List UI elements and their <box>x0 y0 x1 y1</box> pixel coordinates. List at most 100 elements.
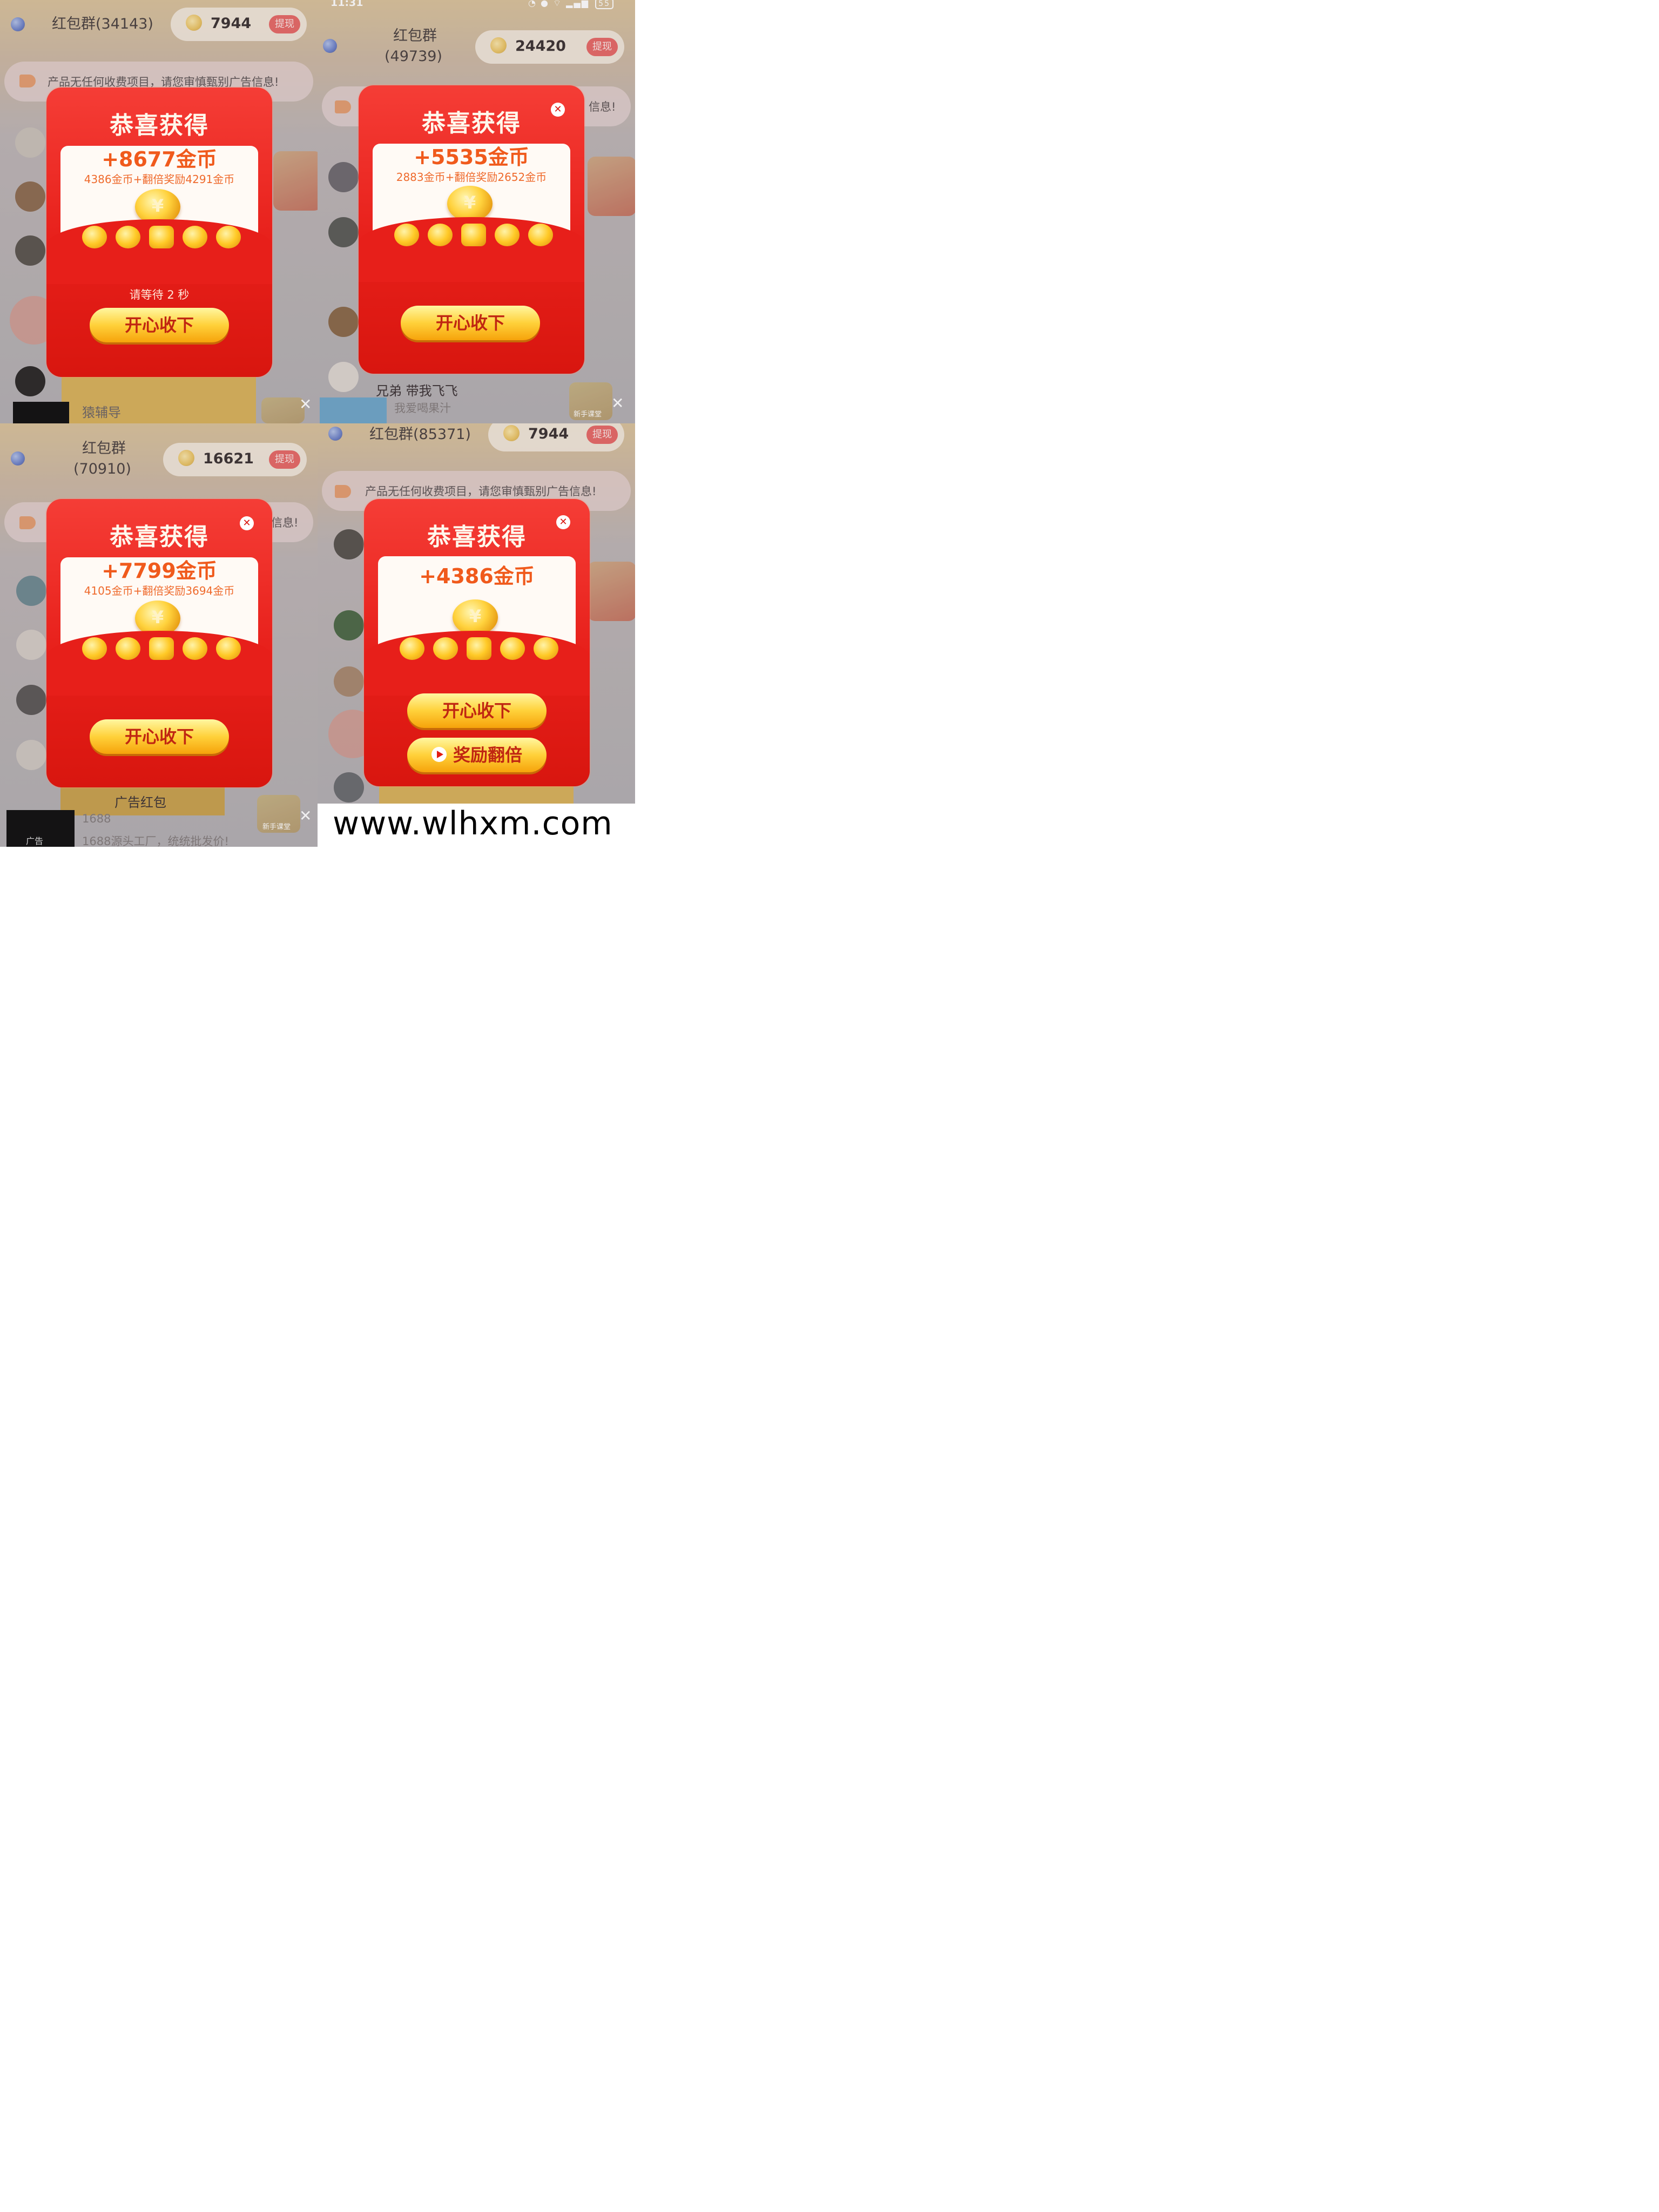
red-envelope-popup: ✕ 恭喜获得 +4386金币 ¥ 开心收下 奖励翻倍 <box>364 499 590 786</box>
reward-detail: 4386金币+翻倍奖励4291金币 <box>84 173 235 186</box>
watermark-text: www.wlhxm.com <box>333 805 613 842</box>
avatar[interactable] <box>328 217 359 247</box>
avatar[interactable] <box>16 685 46 715</box>
ad-close-icon[interactable]: ✕ <box>611 394 624 412</box>
avatar[interactable] <box>15 127 45 158</box>
status-icons: ◔ ● ⌔ ▂▄▆ 55 <box>528 0 613 9</box>
coin-icon <box>433 637 458 660</box>
popup-title: 恭喜获得 <box>110 112 209 139</box>
group-title-line2: (70910) <box>73 461 131 477</box>
coin-row <box>364 637 590 663</box>
coin-balance-pill: 7944 提现 <box>171 8 307 41</box>
gold-coin-icon: ¥ <box>447 186 493 221</box>
ad-close-icon[interactable]: ✕ <box>299 807 312 825</box>
gift-box-icon[interactable] <box>588 562 635 621</box>
avatar[interactable] <box>334 772 364 802</box>
reward-detail: 4105金币+翻倍奖励3694金币 <box>84 584 235 597</box>
wait-countdown: 请等待 2 秒 <box>129 288 190 301</box>
ad-thumbnail[interactable] <box>13 402 69 423</box>
avatar[interactable] <box>16 630 46 660</box>
claim-button[interactable]: 开心收下 <box>90 308 229 342</box>
coin-row <box>359 224 584 249</box>
ad-label: 广告 <box>26 836 44 846</box>
chat-name: 兄弟 带我飞飞 <box>376 383 458 399</box>
group-avatar-icon <box>11 17 25 31</box>
chat-message: 1688源头工厂，统统批发价! <box>82 835 229 847</box>
megaphone-icon <box>19 516 36 529</box>
group-avatar-icon <box>328 427 342 441</box>
coin-icon <box>216 226 241 248</box>
claim-button[interactable]: 开心收下 <box>90 719 229 754</box>
battery-icon: 55 <box>595 0 613 9</box>
chat-name: 猿辅导 <box>82 405 121 420</box>
coin-icon <box>503 425 520 441</box>
claim-button[interactable]: 开心收下 <box>401 306 540 340</box>
coin-icon <box>183 637 207 660</box>
withdraw-button[interactable]: 提现 <box>586 426 618 444</box>
gift-box-icon[interactable] <box>273 151 318 211</box>
gift-box-icon[interactable] <box>588 157 635 216</box>
newbie-class-label: 新手课堂 <box>574 410 602 419</box>
megaphone-icon <box>19 75 36 87</box>
avatar[interactable] <box>328 162 359 192</box>
double-reward-button[interactable]: 奖励翻倍 <box>407 738 547 772</box>
coin-icon <box>178 450 194 466</box>
coin-icon <box>428 224 453 246</box>
coin-icon <box>400 637 424 660</box>
coin-balance: 16621 <box>203 450 254 467</box>
avatar[interactable] <box>15 235 45 266</box>
reward-amount: +7799金币 <box>102 559 217 583</box>
coin-balance-pill: 16621 提现 <box>163 443 307 476</box>
coin-stack-icon <box>149 226 174 248</box>
coin-icon <box>116 637 140 660</box>
popup-title: 恭喜获得 <box>422 110 521 137</box>
group-avatar-icon <box>323 39 337 53</box>
claim-button[interactable]: 开心收下 <box>407 693 547 728</box>
ad-thumbnail[interactable] <box>320 397 387 423</box>
avatar[interactable] <box>334 610 364 640</box>
reward-detail: 2883金币+翻倍奖励2652金币 <box>396 171 547 184</box>
coin-balance: 24420 <box>515 38 566 55</box>
ad-close-icon[interactable]: ✕ <box>299 395 312 413</box>
avatar[interactable] <box>334 666 364 697</box>
avatar[interactable] <box>15 366 45 396</box>
reward-amount: +4386金币 <box>419 564 535 588</box>
coin-icon <box>186 15 202 31</box>
coin-row <box>46 637 272 663</box>
reward-amount: +8677金币 <box>102 147 217 171</box>
ad-red-packet-title: 广告红包 <box>114 795 166 810</box>
avatar[interactable] <box>16 740 46 770</box>
avatar[interactable] <box>328 362 359 392</box>
avatar[interactable] <box>15 181 45 212</box>
avatar[interactable] <box>328 307 359 337</box>
red-envelope-popup: ✕ 恭喜获得 +7799金币 4105金币+翻倍奖励3694金币 ¥ 开心收下 <box>46 499 272 787</box>
coin-icon <box>534 637 558 660</box>
newbie-class-icon[interactable] <box>261 397 305 423</box>
panel-top-right: 11:31 ◔ ● ⌔ ▂▄▆ 55 红包群 (49739) 24420 提现 … <box>318 0 635 423</box>
panel-bottom-right: 红包群(85371) 7944 提现 产品无任何收费项目，请您审慎甄别广告信息!… <box>318 423 635 804</box>
coin-icon <box>216 637 241 660</box>
coin-icon <box>528 224 553 246</box>
coin-balance-pill: 7944 提现 <box>488 423 624 451</box>
coin-row <box>46 226 272 252</box>
coin-balance: 7944 <box>528 426 569 442</box>
withdraw-button[interactable]: 提现 <box>586 38 618 56</box>
chat-name: 1688 <box>82 812 111 825</box>
chat-message: 我爱喝果汁 <box>394 402 451 415</box>
withdraw-button[interactable]: 提现 <box>269 450 300 469</box>
double-reward-label: 奖励翻倍 <box>453 745 522 765</box>
coin-icon <box>183 226 207 248</box>
notice-text: 信息! <box>271 516 299 529</box>
avatar[interactable] <box>16 576 46 606</box>
popup-title: 恭喜获得 <box>427 523 527 551</box>
coin-icon <box>116 226 140 248</box>
group-title: 红包群(85371) <box>369 426 471 443</box>
status-time: 11:31 <box>331 0 363 9</box>
megaphone-icon <box>335 485 351 498</box>
coin-icon <box>82 226 107 248</box>
popup-title: 恭喜获得 <box>110 523 209 551</box>
coin-stack-icon <box>467 637 491 660</box>
withdraw-button[interactable]: 提现 <box>269 15 300 33</box>
avatar[interactable] <box>334 529 364 559</box>
notice-text: 信息! <box>589 100 616 113</box>
